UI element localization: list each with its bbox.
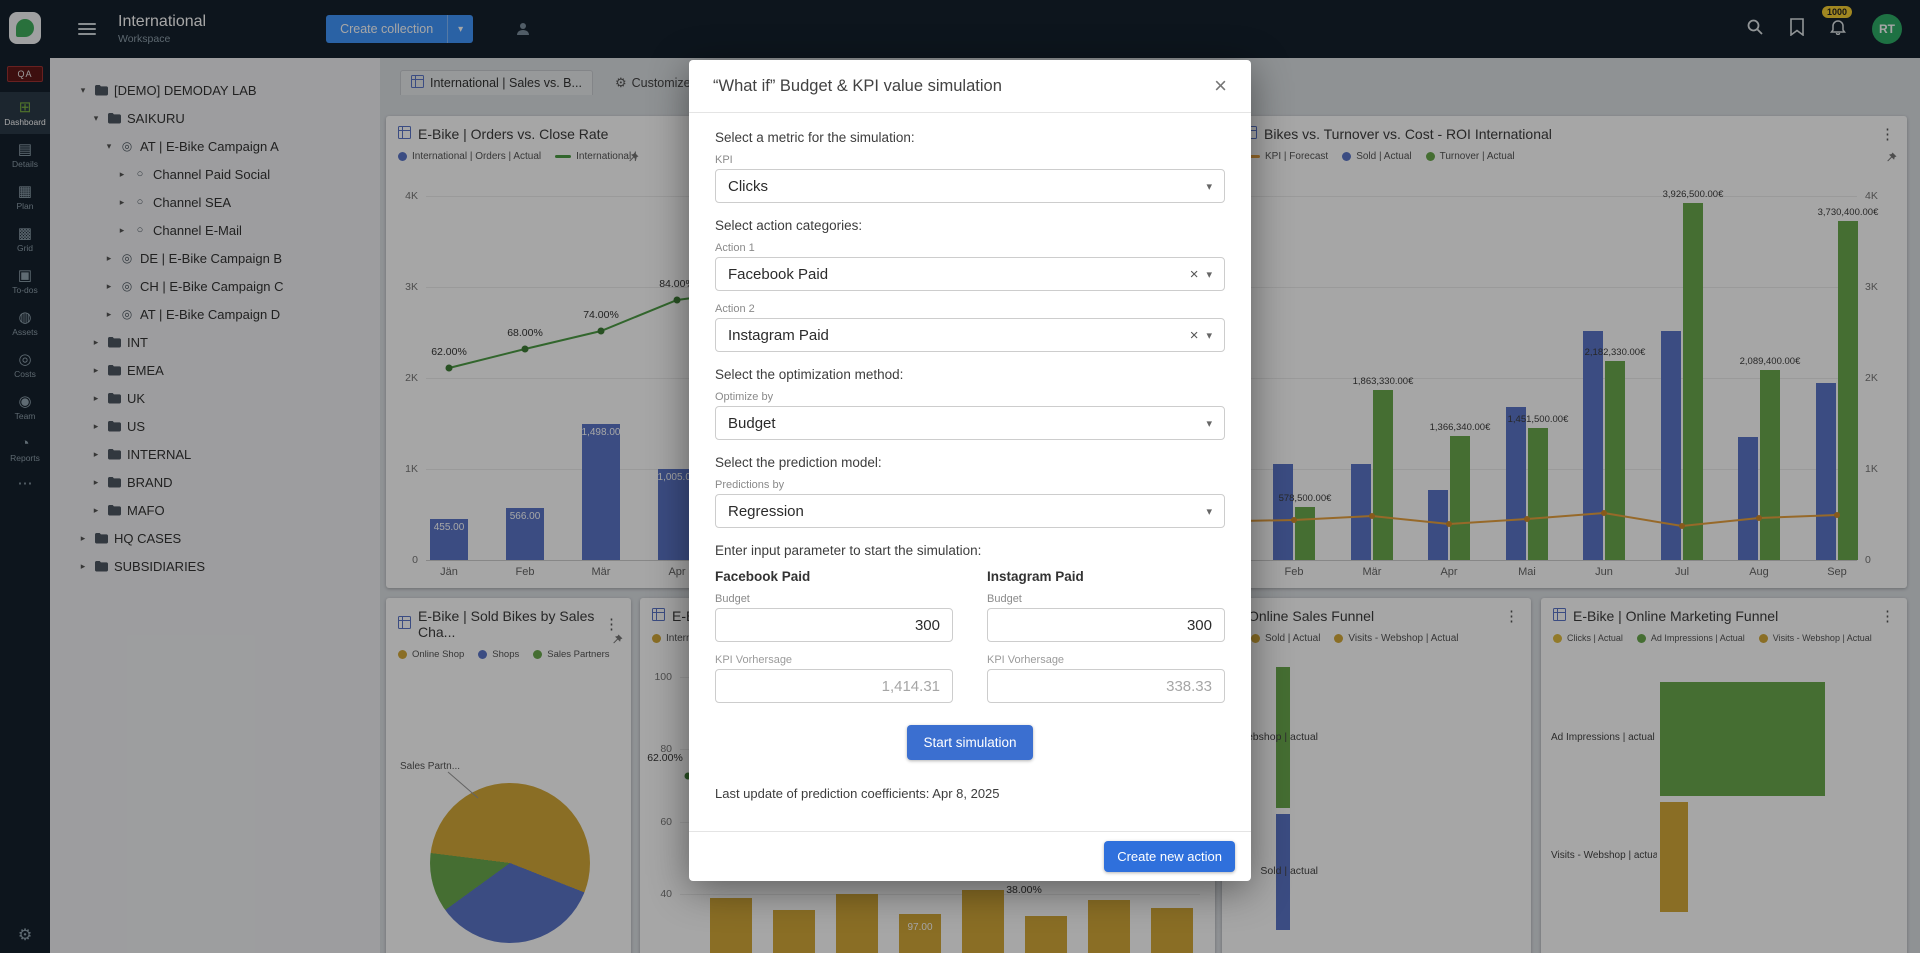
facebook-budget-input[interactable]	[728, 617, 940, 634]
facebook-kpi-forecast-value	[728, 678, 940, 695]
instagram-kpi-forecast-label: KPI Vorhersage	[987, 654, 1225, 666]
kpi-select-field: KPI Clicks ▾	[715, 154, 1225, 203]
chevron-down-icon[interactable]: ▾	[1206, 180, 1212, 193]
action1-value: Facebook Paid	[728, 266, 1182, 283]
section-prediction-label: Select the prediction model:	[715, 455, 1225, 470]
chevron-down-icon[interactable]: ▾	[1206, 505, 1212, 518]
optimize-by-field-label: Optimize by	[715, 391, 1225, 403]
action2-value: Instagram Paid	[728, 327, 1182, 344]
instagram-budget-label: Budget	[987, 593, 1225, 605]
modal-title: “What if” Budget & KPI value simulation	[713, 77, 1002, 96]
instagram-input-group: Instagram Paid Budget KPI Vorhersage	[987, 567, 1225, 703]
facebook-budget-label: Budget	[715, 593, 953, 605]
last-update-note: Last update of prediction coefficients: …	[715, 786, 1225, 801]
action1-field-label: Action 1	[715, 242, 1225, 254]
facebook-kpi-forecast-label: KPI Vorhersage	[715, 654, 953, 666]
create-new-action-button[interactable]: Create new action	[1104, 841, 1235, 872]
clear-icon[interactable]: ×	[1190, 327, 1199, 344]
instagram-budget-input[interactable]	[1000, 617, 1212, 634]
facebook-group-title: Facebook Paid	[715, 569, 953, 584]
predictions-by-value: Regression	[728, 503, 1198, 520]
section-inputs-label: Enter input parameter to start the simul…	[715, 543, 1225, 558]
optimize-by-select[interactable]: Budget ▾	[715, 406, 1225, 440]
predictions-by-select[interactable]: Regression ▾	[715, 494, 1225, 528]
chevron-down-icon[interactable]: ▾	[1206, 329, 1212, 342]
clear-icon[interactable]: ×	[1190, 266, 1199, 283]
action2-select-field: Action 2 Instagram Paid × ▾	[715, 303, 1225, 352]
close-icon[interactable]: ×	[1214, 75, 1227, 97]
section-actions-label: Select action categories:	[715, 218, 1225, 233]
what-if-simulation-modal: “What if” Budget & KPI value simulation …	[689, 60, 1251, 881]
kpi-select[interactable]: Clicks ▾	[715, 169, 1225, 203]
chevron-down-icon[interactable]: ▾	[1206, 417, 1212, 430]
section-metric-label: Select a metric for the simulation:	[715, 130, 1225, 145]
kpi-value: Clicks	[728, 178, 1198, 195]
action1-select-field: Action 1 Facebook Paid × ▾	[715, 242, 1225, 291]
app-root: QA ⊞Dashboard▤Details▦Plan▩Grid▣To-dos◍A…	[0, 0, 1920, 953]
chevron-down-icon[interactable]: ▾	[1206, 268, 1212, 281]
optimize-by-select-field: Optimize by Budget ▾	[715, 391, 1225, 440]
predictions-by-select-field: Predictions by Regression ▾	[715, 479, 1225, 528]
action2-field-label: Action 2	[715, 303, 1225, 315]
facebook-input-group: Facebook Paid Budget KPI Vorhersage	[715, 567, 953, 703]
instagram-group-title: Instagram Paid	[987, 569, 1225, 584]
kpi-field-label: KPI	[715, 154, 1225, 166]
instagram-kpi-forecast-value	[1000, 678, 1212, 695]
action2-select[interactable]: Instagram Paid × ▾	[715, 318, 1225, 352]
start-simulation-button[interactable]: Start simulation	[907, 725, 1032, 760]
section-optimization-label: Select the optimization method:	[715, 367, 1225, 382]
action1-select[interactable]: Facebook Paid × ▾	[715, 257, 1225, 291]
optimize-by-value: Budget	[728, 415, 1198, 432]
predictions-by-field-label: Predictions by	[715, 479, 1225, 491]
